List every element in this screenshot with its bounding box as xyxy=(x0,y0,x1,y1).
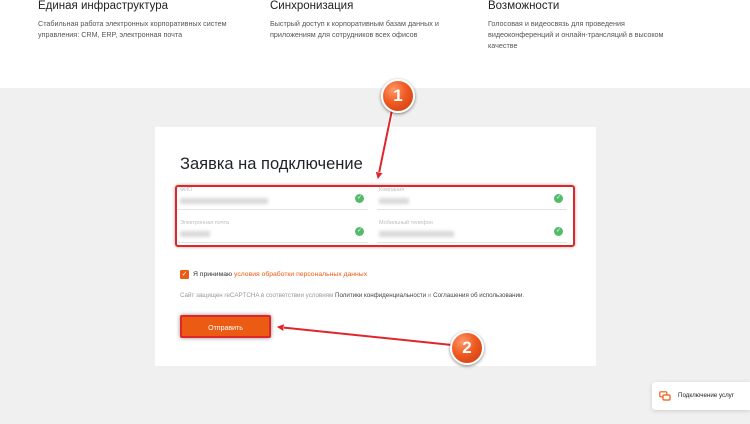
highlight-frame-fields xyxy=(175,185,575,247)
submit-button[interactable]: Отправить xyxy=(180,315,271,338)
feature-title: Единая инфраструктура xyxy=(38,0,169,12)
recaptcha-prefix: Сайт защищен reCAPTCHA в соответствии ус… xyxy=(180,292,334,299)
features-section: Единая инфраструктура Стабильная работа … xyxy=(0,0,750,88)
service-connection-button[interactable]: Подключение услуг xyxy=(652,382,750,410)
feature-capabilities: Возможности Голосовая и видеосвязь для п… xyxy=(488,0,688,51)
feature-description: Стабильная работа электронных корпоратив… xyxy=(38,19,227,39)
feature-title: Возможности xyxy=(488,0,560,12)
consent-link[interactable]: условия обработки персональных данных xyxy=(234,271,367,278)
consent-prefix: Я принимаю xyxy=(193,271,233,278)
consent-text: Я принимаю условия обработки персональны… xyxy=(193,271,367,278)
chat-icon xyxy=(659,391,671,401)
service-button-label: Подключение услуг xyxy=(678,392,735,399)
recaptcha-and: и xyxy=(427,292,432,299)
terms-of-use-link[interactable]: Соглашения об использовании xyxy=(433,292,522,299)
recaptcha-notice: Сайт защищен reCAPTCHA в соответствии ус… xyxy=(180,292,525,299)
feature-sync: Синхронизация Быстрый доступ к корпорати… xyxy=(270,0,485,40)
form-title: Заявка на подключение xyxy=(180,155,363,173)
feature-infrastructure: Единая инфраструктура Стабильная работа … xyxy=(38,0,253,40)
feature-description: Голосовая и видеосвязь для проведения ви… xyxy=(488,19,664,50)
feature-title: Синхронизация xyxy=(270,0,354,12)
consent-checkbox[interactable]: ✓ xyxy=(180,270,189,279)
privacy-policy-link[interactable]: Политики конфиденциальности xyxy=(335,292,426,299)
annotation-badge-1: 1 xyxy=(381,79,415,113)
annotation-badge-2: 2 xyxy=(450,331,484,365)
feature-description: Быстрый доступ к корпоративным базам дан… xyxy=(270,19,439,39)
